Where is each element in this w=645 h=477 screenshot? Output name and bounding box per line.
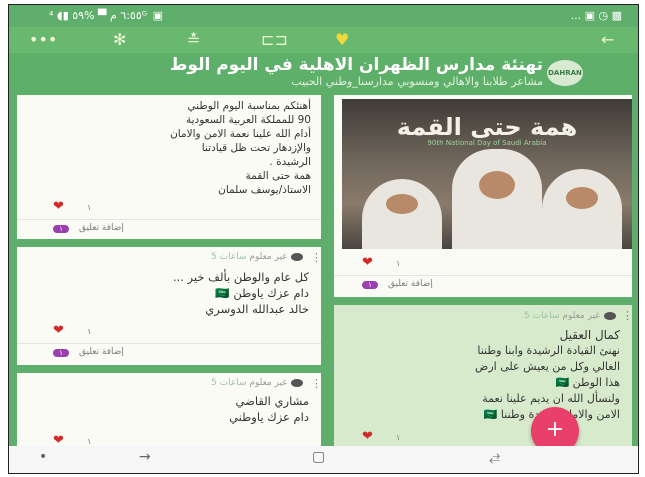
post-time: ساعات 5 xyxy=(524,311,560,321)
like-heart-icon[interactable]: ❤ xyxy=(53,433,64,446)
status-right: ... ▣ ◷ ▩ xyxy=(570,9,622,22)
comment-count-badge: ١ xyxy=(53,225,69,233)
page-title: تهنئة مدارس الظهران الاهلية في اليوم الو… xyxy=(169,55,543,75)
post-more-icon[interactable]: ⋮ xyxy=(311,251,322,264)
padlet-header: تهنئة مدارس الظهران الاهلية في اليوم الو… xyxy=(9,53,638,95)
comment-count-badge: ١ xyxy=(53,349,69,357)
avatar xyxy=(604,311,616,320)
like-heart-icon[interactable]: ❤ xyxy=(362,429,373,444)
like-heart-icon[interactable]: ❤ xyxy=(53,323,64,338)
nav-recents-icon[interactable]: ⥄ xyxy=(489,449,500,465)
android-nav-bar: • → ▢ ⥄ xyxy=(9,446,638,473)
add-comment-row[interactable]: ١ إضافة تعليق xyxy=(17,219,321,236)
post-meta: غير معلوم ساعات 5 xyxy=(356,311,616,321)
avatar xyxy=(291,252,303,261)
post-card[interactable]: أهنئكم بمناسبة اليوم الوطني 90 للمملكة ا… xyxy=(17,95,321,239)
like-count: ١ xyxy=(396,433,401,442)
post-card[interactable]: ⋮ غير معلوم ساعات 5 كل عام والوطن بألف خ… xyxy=(17,247,322,365)
post-card[interactable]: ⋮ غير معلوم ساعات 5 مشاري القاضي دام عزك… xyxy=(17,373,322,446)
post-time: ساعات 5 xyxy=(211,252,247,262)
status-left: ٦:٥٥ م ▀ %٥٩ ▮◖ ⁴ᴳ ▣ xyxy=(49,9,165,22)
add-comment-label: إضافة تعليق xyxy=(79,223,124,233)
status-bar: ٦:٥٥ م ▀ %٥٩ ▮◖ ⁴ᴳ ▣ ... ▣ ◷ ▩ xyxy=(9,5,638,27)
post-meta: غير معلوم ساعات 5 xyxy=(43,252,303,262)
like-heart-icon[interactable]: ❤ xyxy=(362,255,373,270)
phone-screen: ٦:٥٥ م ▀ %٥٩ ▮◖ ⁴ᴳ ▣ ... ▣ ◷ ▩ ••• ✻ ≛ ⊏… xyxy=(8,4,639,474)
post-text: كمال العقيل نهنئ القيادة الرشيدة وابنا و… xyxy=(475,328,620,421)
school-logo: DAHRAN xyxy=(547,60,583,86)
post-card[interactable]: ⋮ غير معلوم ساعات 5 كمال العقيل نهنئ الق… xyxy=(334,305,633,446)
sliders-icon[interactable]: ≛ xyxy=(187,29,200,51)
post-more-icon[interactable]: ⋮ xyxy=(622,309,633,322)
slideshow-icon[interactable]: ⊏⊐ xyxy=(261,29,288,51)
portrait-figure xyxy=(452,149,542,249)
add-comment-row[interactable]: ١ إضافة تعليق xyxy=(334,275,632,292)
like-heart-icon[interactable]: ❤ xyxy=(53,199,64,214)
toolbar: ••• ✻ ≛ ⊏⊐ ♥ ← xyxy=(9,27,638,53)
avatar xyxy=(291,378,303,387)
arrow-right-icon[interactable]: ← xyxy=(601,29,614,51)
like-count: ١ xyxy=(396,259,401,268)
like-count: ١ xyxy=(87,203,92,212)
more-icon[interactable]: ••• xyxy=(29,29,57,51)
post-text: أهنئكم بمناسبة اليوم الوطني 90 للمملكة ا… xyxy=(170,100,311,196)
nav-dot-icon[interactable]: • xyxy=(39,449,47,465)
heart-icon[interactable]: ♥ xyxy=(335,29,349,51)
page-subtitle: مشاعر طلابنا والاهالي ومنسوبي مدارسنا_وط… xyxy=(291,75,543,88)
portrait-figure xyxy=(362,179,442,249)
poster-subtitle: 90th National Day of Saudi Arabia xyxy=(427,139,547,147)
add-comment-row[interactable]: ١ إضافة تعليق xyxy=(17,343,321,360)
nav-home-icon[interactable]: ▢ xyxy=(312,449,325,465)
like-count: ١ xyxy=(87,327,92,336)
comment-count-badge: ١ xyxy=(362,281,378,289)
add-comment-label: إضافة تعليق xyxy=(388,279,433,289)
nav-back-icon[interactable]: → xyxy=(139,449,151,465)
portrait-figure xyxy=(542,169,622,249)
post-board: أهنئكم بمناسبة اليوم الوطني 90 للمملكة ا… xyxy=(9,95,638,446)
gear-icon[interactable]: ✻ xyxy=(113,29,126,51)
post-time: ساعات 5 xyxy=(211,378,247,388)
post-meta: غير معلوم ساعات 5 xyxy=(43,378,303,388)
poster-title: همة حتى القمة xyxy=(396,113,578,141)
post-text: كل عام والوطن بألف خير ... دام عزك ياوطن… xyxy=(172,270,309,316)
add-comment-label: إضافة تعليق xyxy=(79,347,124,357)
post-more-icon[interactable]: ⋮ xyxy=(311,377,322,390)
national-day-poster[interactable]: همة حتى القمة 90th National Day of Saudi… xyxy=(342,99,632,249)
like-count: ١ xyxy=(87,437,92,446)
post-text: مشاري القاضي دام عزك ياوطني xyxy=(229,394,309,424)
